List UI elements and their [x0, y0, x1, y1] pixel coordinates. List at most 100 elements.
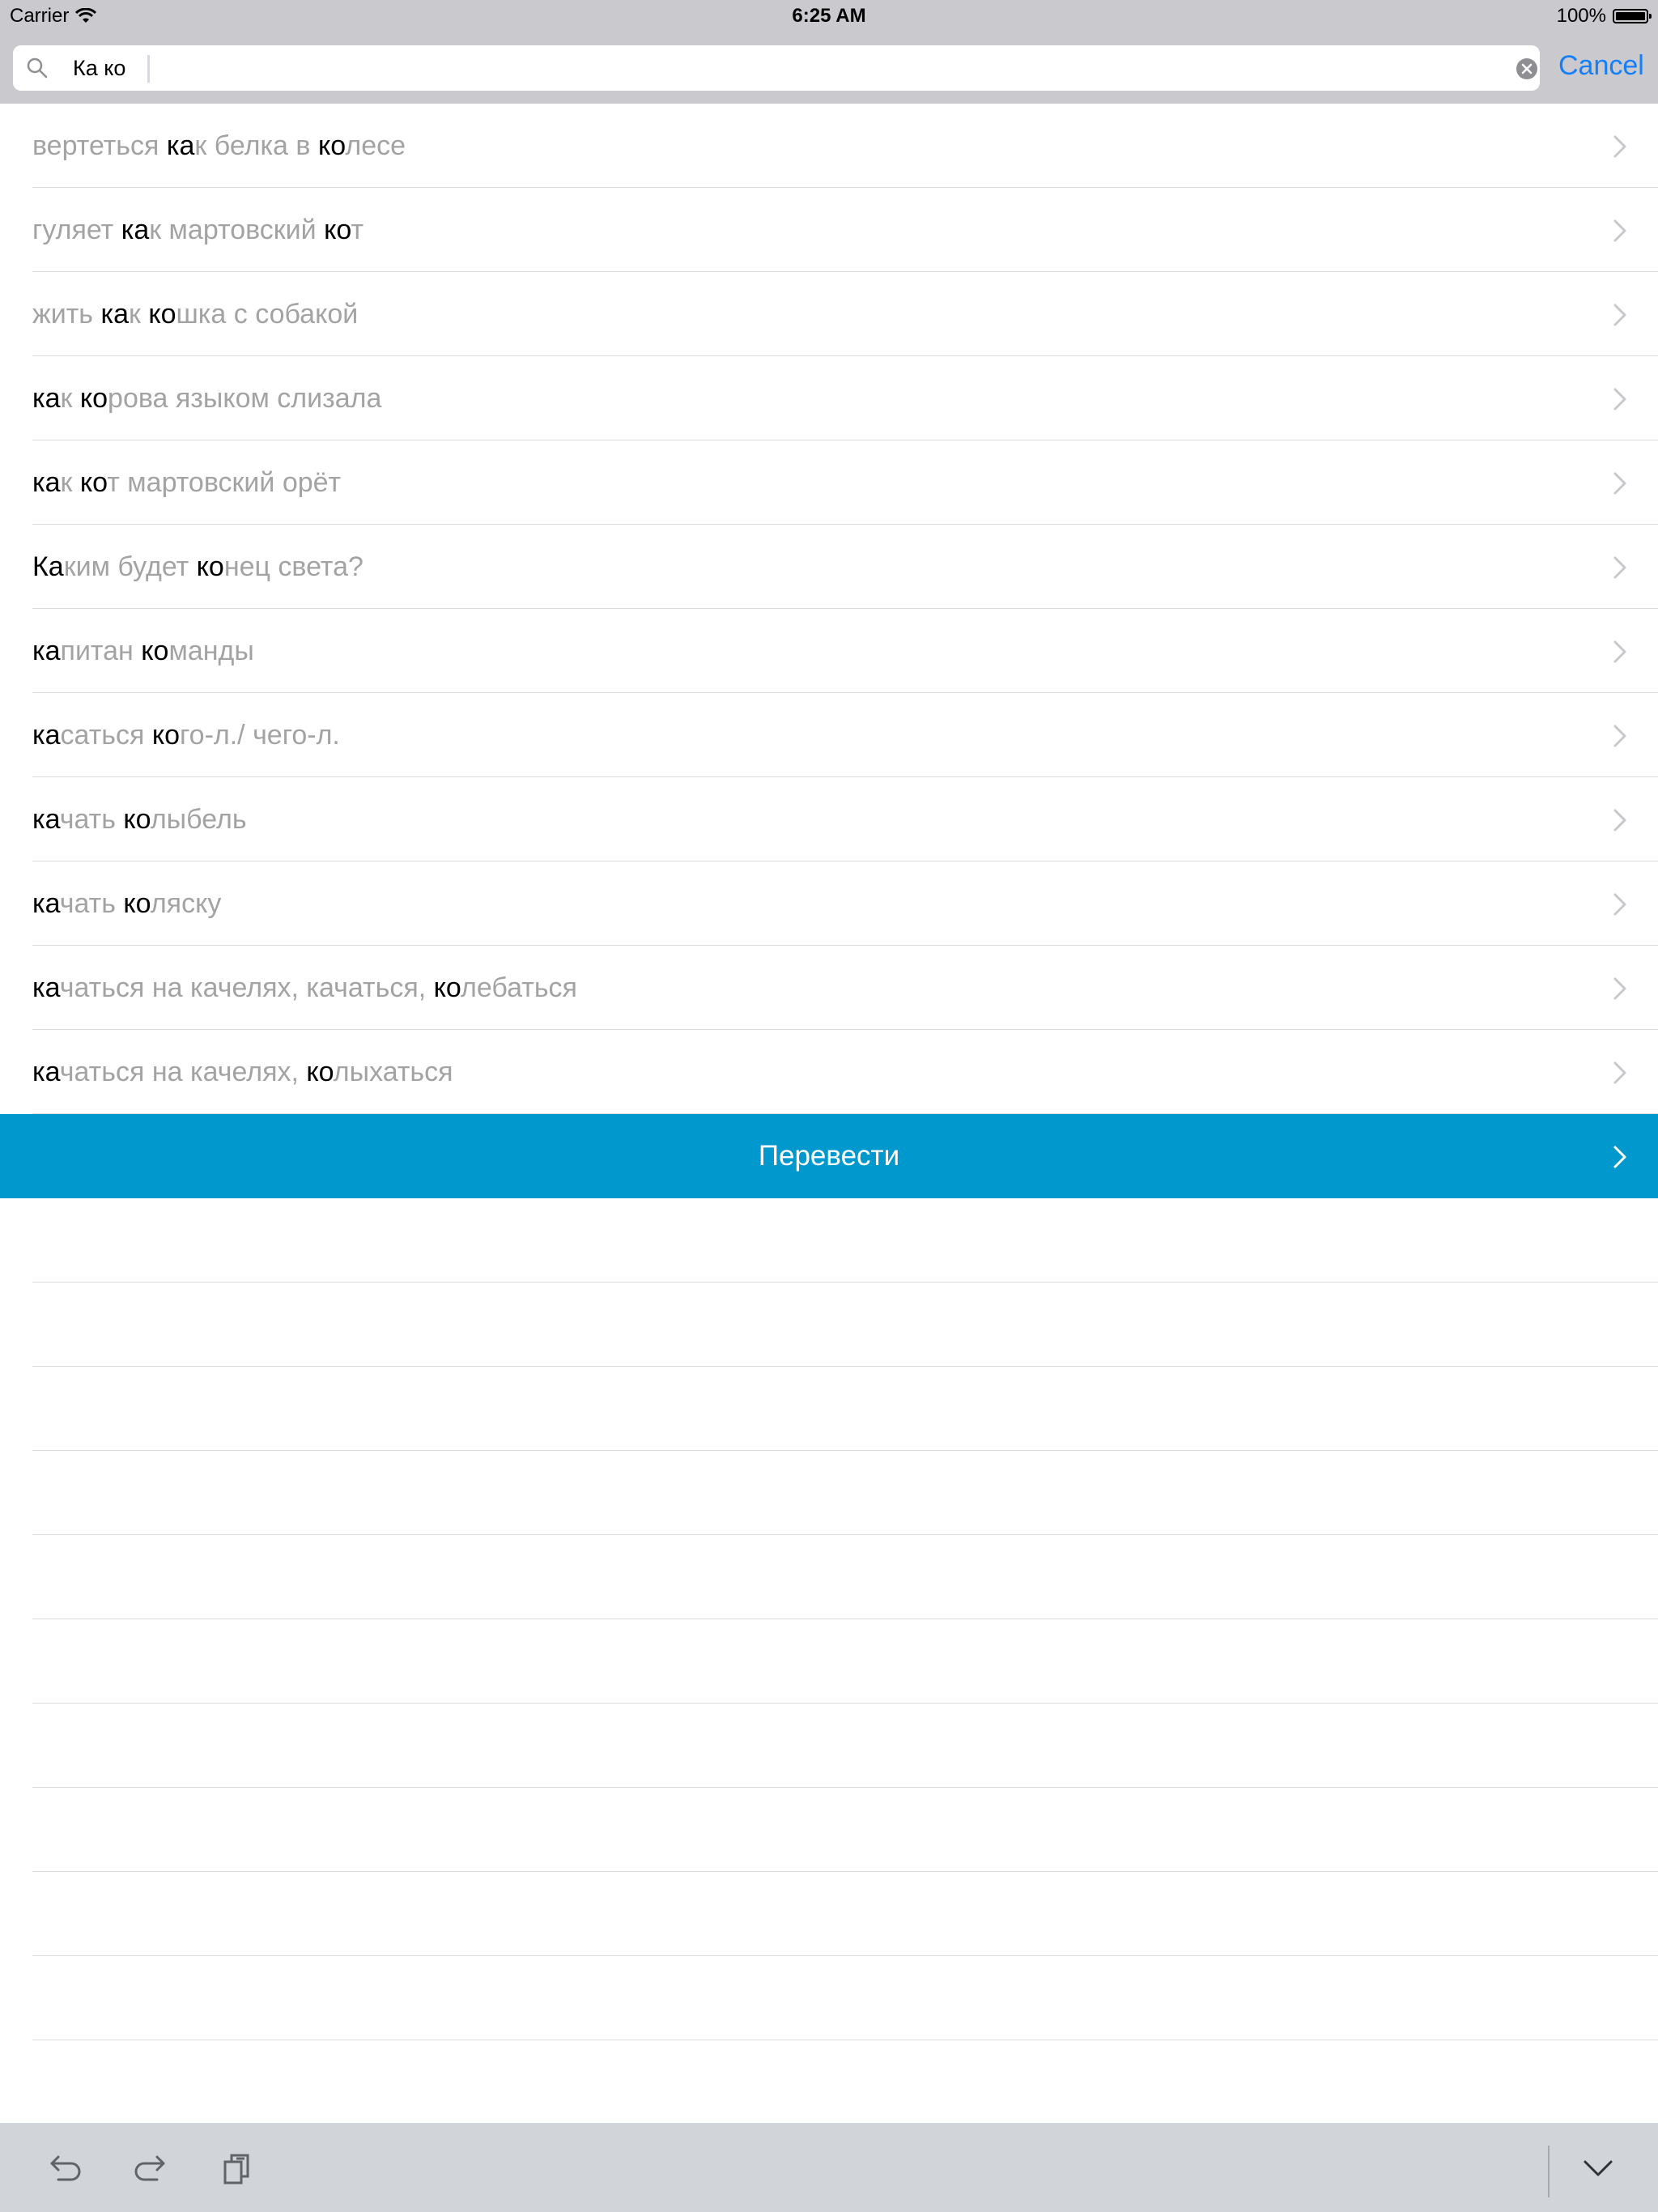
result-text: жить	[32, 299, 101, 330]
chevron-down-icon[interactable]	[1579, 2149, 1618, 2188]
result-text: к мартовский	[149, 215, 325, 245]
search-input[interactable]	[58, 45, 1483, 91]
translate-button[interactable]: Перевести	[0, 1114, 1658, 1198]
result-label: гуляет как мартовский кот	[32, 188, 363, 272]
result-text: к	[60, 383, 80, 414]
result-row[interactable]: гуляет как мартовский кот	[32, 188, 1658, 272]
empty-row	[32, 1451, 1658, 1535]
result-text: чать	[59, 804, 124, 835]
result-row[interactable]: качать колыбель	[32, 777, 1658, 861]
empty-row	[32, 1619, 1658, 1704]
result-label: качать колыбель	[32, 777, 247, 861]
matched-text: ка	[32, 467, 61, 498]
empty-row	[32, 1872, 1658, 1956]
result-text: лебаться	[461, 972, 577, 1003]
result-label: как кот мартовский орёт	[32, 440, 341, 525]
matched-text: ко	[324, 215, 351, 245]
result-text: гуляет	[32, 215, 121, 245]
matched-text: ко	[148, 299, 176, 330]
result-text: ким будет	[63, 551, 197, 582]
matched-text: ко	[123, 888, 151, 919]
chevron-right-icon	[1613, 1061, 1626, 1084]
battery-status: 100%	[1556, 5, 1652, 28]
chevron-right-icon	[1613, 809, 1626, 832]
chevron-right-icon	[1613, 725, 1626, 747]
empty-table-area	[32, 1198, 1658, 2125]
result-row[interactable]: капитан команды	[32, 609, 1658, 693]
result-text: т мартовский орёт	[107, 467, 342, 498]
result-row[interactable]: как корова языком слизала	[32, 356, 1658, 440]
result-text: лыбель	[150, 804, 247, 835]
matched-text: Ка	[32, 551, 64, 582]
result-row[interactable]: качаться на качелях, колыхаться	[32, 1030, 1658, 1114]
chevron-right-icon	[1613, 388, 1626, 410]
empty-row	[32, 1956, 1658, 2040]
result-label: как корова языком слизала	[32, 356, 381, 440]
empty-row	[32, 1788, 1658, 1872]
result-row[interactable]: касаться кого-л./ чего-л.	[32, 693, 1658, 777]
result-text: вертеться	[32, 130, 167, 161]
result-row[interactable]: как кот мартовский орёт	[32, 440, 1658, 525]
empty-row	[32, 1367, 1658, 1451]
result-text: лыхаться	[333, 1057, 453, 1087]
result-label: вертеться как белка в колесе	[32, 104, 406, 188]
matched-text: ко	[123, 804, 151, 835]
empty-row	[32, 2040, 1658, 2125]
clear-icon[interactable]	[1516, 57, 1538, 80]
matched-text: ко	[306, 1057, 334, 1087]
result-label: качаться на качелях, качаться, колебатьс…	[32, 946, 577, 1030]
result-text: т	[351, 215, 364, 245]
bottom-toolbar	[0, 2123, 1658, 2212]
matched-text: ко	[141, 636, 169, 666]
result-text: питан	[60, 636, 142, 666]
status-bar: Carrier 6:25 AM 100%	[0, 0, 1658, 32]
result-text: чаться на качелях, качаться,	[59, 972, 434, 1003]
result-text: лесе	[345, 130, 406, 161]
result-label: качать коляску	[32, 861, 221, 946]
result-text: ляску	[150, 888, 222, 919]
matched-text: ко	[151, 720, 181, 751]
battery-percent: 100%	[1556, 5, 1606, 27]
result-text: чаться на качелях,	[59, 1057, 307, 1087]
matched-text: ка	[166, 130, 195, 161]
cancel-button[interactable]: Cancel	[1558, 50, 1644, 82]
matched-text: ка	[32, 720, 61, 751]
matched-text: ка	[121, 215, 150, 245]
result-label: капитан команды	[32, 609, 254, 693]
paste-icon[interactable]	[219, 2149, 257, 2188]
result-label: касаться кого-л./ чего-л.	[32, 693, 340, 777]
result-text: рова языком слизала	[108, 383, 382, 414]
result-label: жить как кошка с собакой	[32, 272, 358, 356]
results-list: вертеться как белка в колесе гуляет как м…	[0, 104, 1658, 1114]
result-row[interactable]: Каким будет конец света?	[32, 525, 1658, 609]
status-time: 6:25 AM	[792, 5, 866, 27]
matched-text: ко	[79, 467, 108, 498]
result-row[interactable]: качать коляску	[32, 861, 1658, 946]
result-label: Каким будет конец света?	[32, 525, 363, 609]
result-row[interactable]: вертеться как белка в колесе	[32, 104, 1658, 188]
search-box[interactable]	[13, 45, 1540, 91]
result-row[interactable]: жить как кошка с собакой	[32, 272, 1658, 356]
text-caret	[147, 55, 150, 83]
matched-text: ко	[317, 130, 346, 161]
redo-icon[interactable]	[131, 2149, 170, 2188]
chevron-right-icon	[1613, 893, 1626, 916]
undo-icon[interactable]	[45, 2149, 84, 2188]
result-text: к	[60, 467, 80, 498]
matched-text: ка	[32, 383, 61, 414]
empty-row	[32, 1704, 1658, 1788]
matched-text: ко	[433, 972, 461, 1003]
chevron-right-icon	[1613, 304, 1626, 326]
chevron-right-icon	[1613, 977, 1626, 1000]
result-text: саться	[60, 720, 152, 751]
matched-text: ка	[100, 299, 129, 330]
result-text: нец света?	[223, 551, 363, 582]
empty-row	[32, 1535, 1658, 1619]
matched-text: ко	[196, 551, 224, 582]
matched-text: ка	[32, 888, 60, 919]
matched-text: ка	[32, 636, 61, 666]
chevron-right-icon	[1613, 472, 1626, 495]
matched-text: ка	[32, 804, 60, 835]
result-text: го-л./ чего-л.	[180, 720, 340, 751]
result-row[interactable]: качаться на качелях, качаться, колебатьс…	[32, 946, 1658, 1030]
